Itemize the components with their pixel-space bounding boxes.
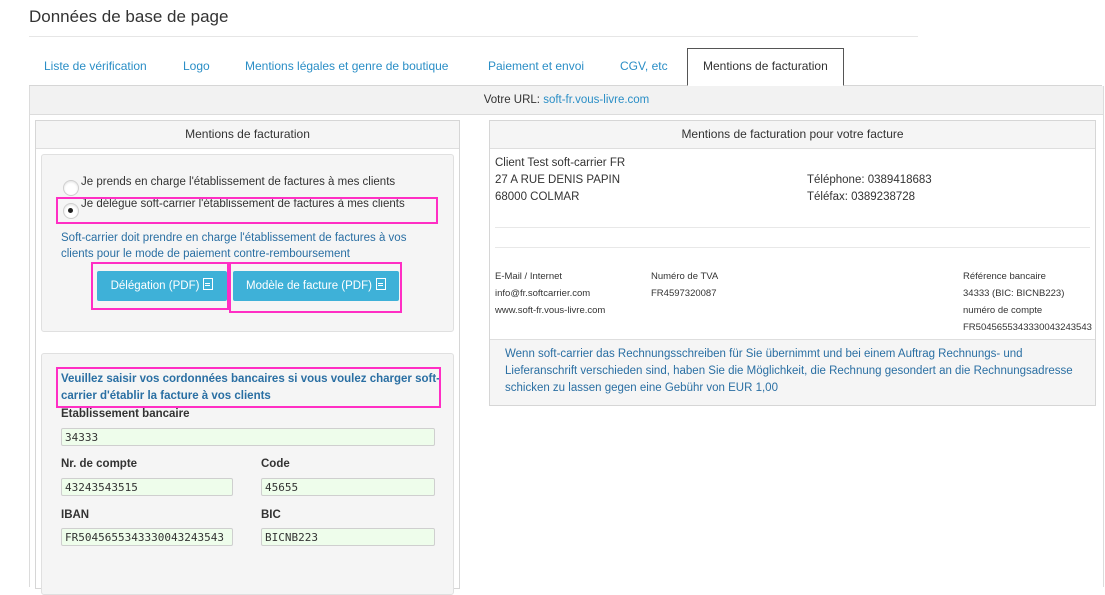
invoice-preview-title: Mentions de facturation pour votre factu… [490,121,1095,149]
footer-account-number: FR5045655343330043243543 [963,322,1092,333]
invoice-fee-notice-text: Wenn soft-carrier das Rechnungsschreiben… [505,348,1073,394]
tab-terms[interactable]: CGV, etc [605,48,683,85]
client-city: 68000 COLMAR [495,191,580,203]
billing-mentions-panel: Mentions de facturation Je prends en cha… [35,120,460,595]
shop-url-link[interactable]: soft-fr.vous-livre.com [543,94,649,106]
tab-payment-shipping[interactable]: Paiement et envoi [473,48,599,85]
client-fax: Téléfax: 0389238728 [807,191,916,203]
highlight-model-button [229,262,402,313]
title-divider [29,36,918,37]
tab-billing-mentions[interactable]: Mentions de facturation [687,48,844,86]
footer-email-heading: E-Mail / Internet [495,271,563,282]
billing-mentions-panel-title: Mentions de facturation [36,121,459,149]
footer-vat-heading: Numéro de TVA [651,271,719,282]
preview-divider-2 [495,247,1090,248]
iban-label: IBAN [61,509,90,521]
iban-input[interactable]: FR5045655343330043243543 [61,528,233,546]
url-label: Votre URL: [483,94,540,106]
footer-bank-reference: 34333 (BIC: BICNB223) [963,288,1065,299]
account-number-label: Nr. de compte [61,458,138,470]
url-bar: Votre URL: soft-fr.vous-livre.com [30,86,1103,115]
tab-legal-notices[interactable]: Mentions légales et genre de boutique [230,48,463,85]
bic-label: BIC [261,509,281,521]
footer-website: www.soft-fr.vous-livre.com [495,305,606,316]
bank-establishment-label: Etablissement bancaire [61,408,190,420]
tab-logo[interactable]: Logo [168,48,225,85]
client-phone: Téléphone: 0389418683 [807,174,932,186]
radio-self-invoice-label[interactable]: Je prends en charge l'établissement de f… [81,176,395,188]
highlight-bank-title [56,367,441,408]
footer-vat-number: FR4597320087 [651,288,717,299]
footer-email: info@fr.softcarrier.com [495,288,591,299]
tab-checklist[interactable]: Liste de vérification [29,48,162,85]
bank-establishment-input[interactable]: 34333 [61,428,435,446]
account-number-input[interactable]: 43243543515 [61,478,233,496]
highlight-delegate-option [56,197,438,224]
bank-code-input[interactable]: 45655 [261,478,435,496]
bank-code-label: Code [261,458,290,470]
footer-bank-heading: Référence bancaire [963,271,1046,282]
tab-bar: Liste de vérification Logo Mentions léga… [29,48,1105,86]
invoice-fee-notice: Wenn soft-carrier das Rechnungsschreiben… [490,339,1095,405]
highlight-delegation-button [91,262,229,310]
radio-self-invoice[interactable] [63,180,79,196]
page-title: Données de base de page [29,7,229,26]
invoice-preview-panel: Mentions de facturation pour votre factu… [489,120,1096,406]
delegation-info-text: Soft-carrier doit prendre en charge l'ét… [61,232,407,260]
preview-divider-1 [495,227,1090,228]
footer-account-heading: numéro de compte [963,305,1043,316]
client-street: 27 A RUE DENIS PAPIN [495,174,621,186]
bic-input[interactable]: BICNB223 [261,528,435,546]
client-name: Client Test soft-carrier FR [495,157,626,169]
